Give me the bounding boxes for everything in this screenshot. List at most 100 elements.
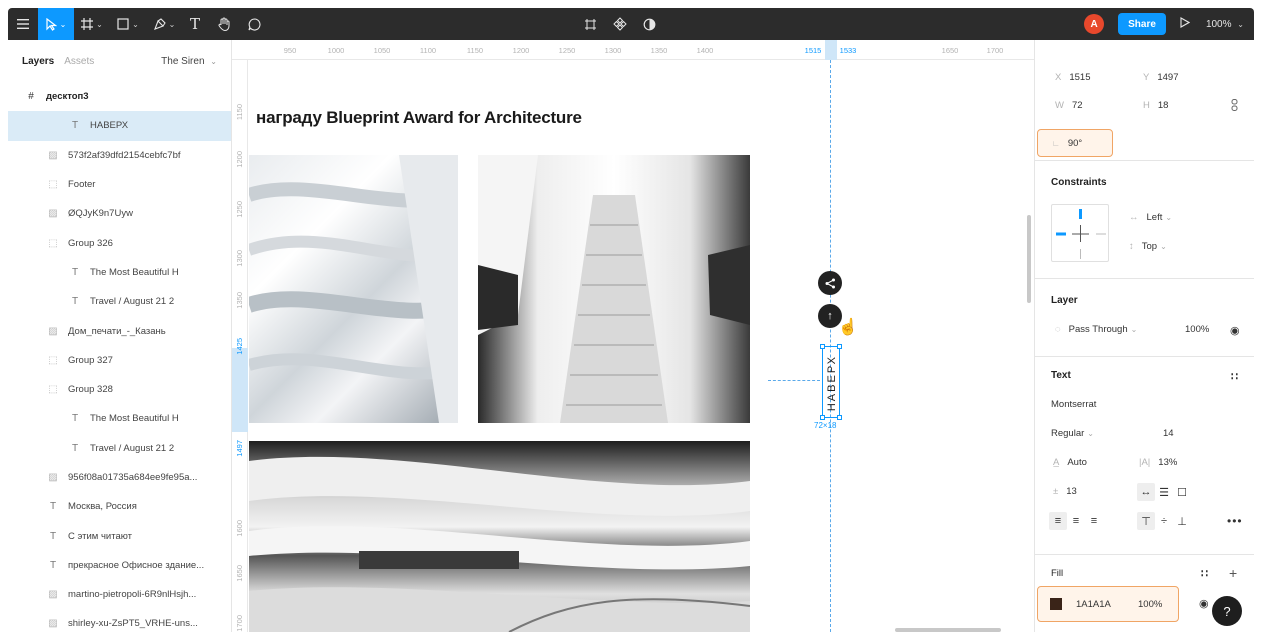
pen-tool-button[interactable]: ⌄ [146, 8, 182, 40]
shape-tool-button[interactable]: ⌄ [110, 8, 146, 40]
font-size-field[interactable]: 14 [1163, 428, 1174, 439]
layer-row[interactable]: T С этим читают [8, 521, 231, 550]
vertical-constraint-select[interactable]: ↕ Top ⌄ [1129, 241, 1167, 252]
add-fill-button[interactable]: + [1229, 565, 1237, 581]
layer-visibility-toggle[interactable]: ◉ [1230, 324, 1240, 337]
font-family-select[interactable]: Montserrat [1051, 399, 1096, 410]
text-tool-button[interactable]: T [182, 8, 208, 40]
layer-row[interactable]: ▨ ØQJyK9n7Uyw [8, 199, 231, 228]
ruler-selection-highlight [825, 40, 837, 60]
frame-icon [81, 18, 94, 30]
fixed-size-icon[interactable]: ☐ [1173, 483, 1191, 501]
resize-handle-bottom-right[interactable] [837, 415, 842, 420]
move-tool-button[interactable]: ⌄ [38, 8, 74, 40]
photo-content [249, 155, 458, 423]
layer-row[interactable]: # десктоп3 [8, 82, 231, 111]
present-button[interactable] [1180, 17, 1191, 31]
resize-handle-bottom-left[interactable] [820, 415, 825, 420]
layer-row[interactable]: ▨ Дом_печати_-_Казань [8, 316, 231, 345]
architecture-photo-interior[interactable] [249, 441, 750, 632]
layer-name: Дом_печати_-_Казань [68, 325, 166, 337]
rotation-field[interactable]: ∟ 90° [1037, 129, 1113, 157]
fill-row[interactable]: 1A1A1A 100% [1037, 586, 1179, 622]
font-style-select[interactable]: Regular ⌄ [1051, 428, 1094, 439]
layer-row[interactable]: T The Most Beautiful H [8, 258, 231, 287]
layer-row[interactable]: ⬚ Group 328 [8, 375, 231, 404]
layer-row[interactable]: T НАВЕРХ [8, 111, 231, 141]
more-text-options-button[interactable]: ••• [1227, 514, 1243, 528]
constraints-widget[interactable] [1051, 204, 1109, 262]
width-field[interactable]: W 72 [1055, 100, 1083, 111]
layer-row[interactable]: ▨ shirley-xu-ZsPT5_VRHE-uns... [8, 609, 231, 632]
auto-height-icon[interactable]: ☰ [1155, 483, 1173, 501]
fill-color-swatch[interactable] [1050, 598, 1062, 610]
line-height-field[interactable]: A̲ Auto [1053, 457, 1087, 468]
layer-row[interactable]: ⬚ Footer [8, 170, 231, 199]
hand-icon [218, 17, 229, 31]
resize-handle-top-left[interactable] [820, 344, 825, 349]
photo-content [249, 456, 750, 632]
height-field[interactable]: H 18 [1143, 100, 1168, 111]
layer-name: Москва, Россия [68, 501, 137, 513]
layer-opacity-field[interactable]: 100% [1185, 324, 1209, 335]
layer-row[interactable]: ▨ martino-pietropoli-6R9nlHsjh... [8, 580, 231, 609]
align-bottom-icon[interactable]: ⊥ [1173, 512, 1191, 530]
auto-width-icon[interactable]: ↔ [1137, 483, 1155, 501]
align-top-icon[interactable]: ⊤ [1137, 512, 1155, 530]
resize-handle-top-right[interactable] [837, 344, 842, 349]
align-middle-icon[interactable]: ÷ [1155, 512, 1173, 530]
ruler-top-tick-label: 1250 [558, 46, 576, 55]
horizontal-constraint-select[interactable]: ↔ Left ⌄ [1129, 212, 1172, 223]
tab-layers[interactable]: Layers [22, 56, 54, 67]
layer-row[interactable]: ▨ 573f2af39dfd2154cebfc7bf [8, 141, 231, 170]
fill-visibility-toggle[interactable]: ◉ [1199, 597, 1209, 610]
letter-spacing-field[interactable]: |A| 13% [1139, 457, 1177, 468]
layer-name: десктоп3 [46, 91, 89, 103]
help-button[interactable]: ? [1212, 596, 1242, 626]
layer-row[interactable]: ⬚ Group 327 [8, 346, 231, 375]
architecture-photo-spiral[interactable] [249, 155, 458, 423]
user-avatar[interactable]: A [1084, 14, 1105, 34]
zoom-dropdown[interactable]: 100% ⌄ [1206, 19, 1244, 30]
cursor-arrow-icon [46, 17, 57, 31]
layer-row[interactable]: T Travel / August 21 2 [8, 434, 231, 463]
layer-row[interactable]: T The Most Beautiful H [8, 404, 231, 433]
layer-row[interactable]: ⬚ Group 326 [8, 228, 231, 257]
chevron-down-icon: ⌄ [132, 19, 139, 29]
share-widget-button[interactable] [818, 271, 842, 295]
architecture-photo-staircase[interactable] [478, 155, 750, 423]
selected-text-layer[interactable]: НАВЕРХ [820, 344, 842, 420]
constrain-proportions-button[interactable] [1231, 99, 1238, 111]
align-right-icon[interactable]: ≡ [1085, 512, 1103, 530]
page-selector[interactable]: The Siren ⌄ [161, 56, 217, 67]
layer-row[interactable]: T Travel / August 21 2 [8, 287, 231, 316]
ruler-left-tick-label: 1700 [235, 615, 244, 632]
share-button[interactable]: Share [1118, 13, 1166, 35]
y-field[interactable]: Y 1497 [1143, 72, 1178, 83]
layer-row[interactable]: Tпрекрасное Офисное здание... [8, 551, 231, 580]
component-button[interactable] [584, 8, 597, 40]
canvas-scrollbar-vertical[interactable] [1027, 215, 1031, 303]
frame-tool-button[interactable]: ⌄ [74, 8, 110, 40]
link-icon [1231, 99, 1238, 111]
paragraph-spacing-value: 13 [1066, 486, 1077, 497]
canvas-heading[interactable]: награду Blueprint Award for Architecture [256, 108, 582, 128]
assets-button[interactable] [613, 8, 627, 40]
x-field[interactable]: X 1515 [1055, 72, 1090, 83]
canvas-scrollbar-horizontal[interactable] [895, 628, 1001, 632]
fill-styles-button[interactable]: ∷ [1201, 567, 1208, 580]
blend-mode-select[interactable]: ◌ Pass Through ⌄ [1055, 324, 1137, 335]
text-styles-button[interactable]: ∷ [1231, 370, 1238, 383]
design-canvas[interactable]: 950 1000 1050 1100 1150 1200 1250 1300 1350 1400 1… [232, 40, 1034, 632]
layer-row[interactable]: ▨ 956f08a01735a684ee9fe95a... [8, 463, 231, 492]
tab-assets[interactable]: Assets [64, 56, 94, 67]
hand-tool-button[interactable] [208, 8, 240, 40]
comment-tool-button[interactable] [240, 8, 268, 40]
paragraph-spacing-field[interactable]: ± 13 [1053, 486, 1077, 497]
align-left-icon[interactable]: ≡ [1049, 512, 1067, 530]
layer-row[interactable]: T Москва, Россия [8, 492, 231, 521]
align-center-icon[interactable]: ≡ [1067, 512, 1085, 530]
contrast-button[interactable] [643, 8, 656, 40]
main-menu-button[interactable] [8, 8, 38, 40]
component-diamond-icon [613, 17, 627, 31]
